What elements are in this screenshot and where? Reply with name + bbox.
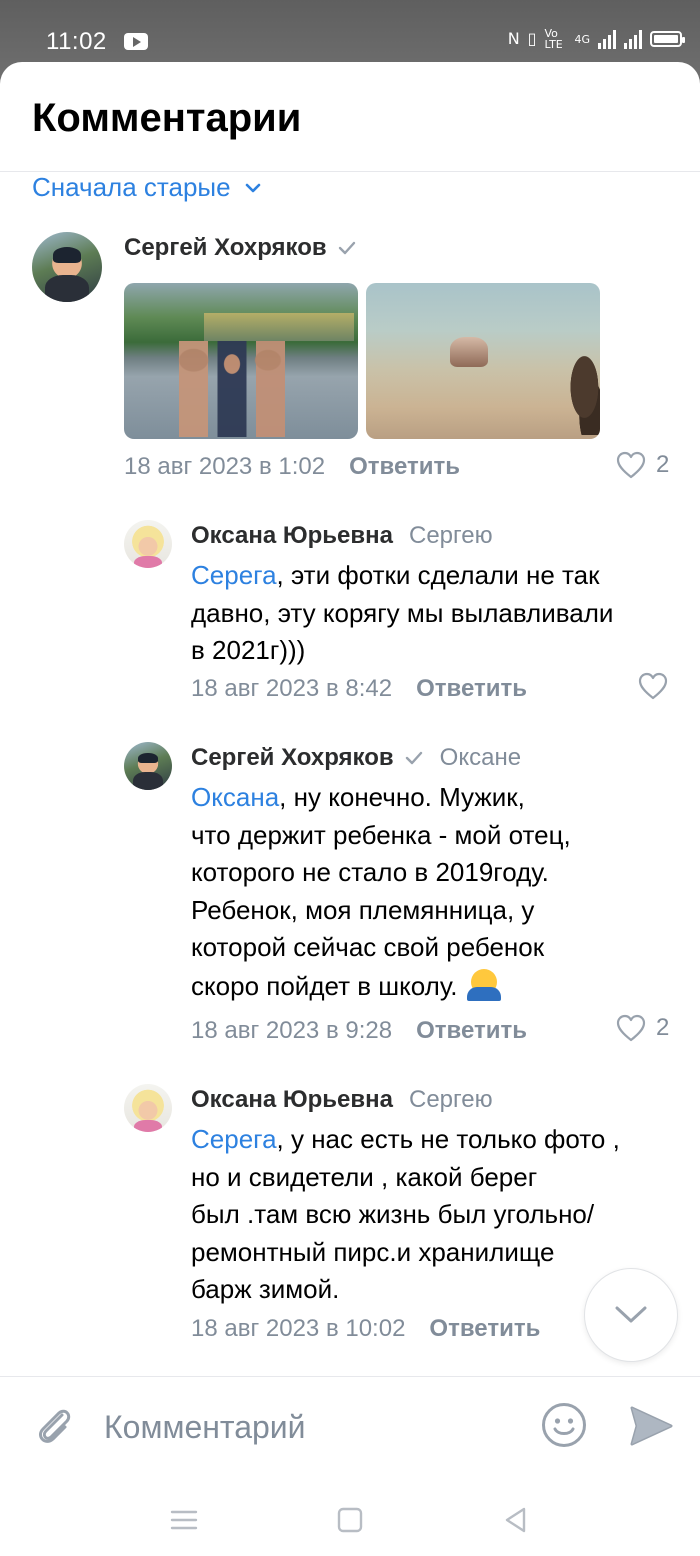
avatar[interactable] xyxy=(32,232,102,302)
comment-text-line: , эти фотки сделали не так xyxy=(276,560,600,590)
comment-text-line: , ну конечно. Мужик, xyxy=(279,782,525,812)
photo-attachments xyxy=(124,283,600,439)
system-nav-bar xyxy=(0,1476,700,1556)
comment-text-line: , у нас есть не только фото , xyxy=(276,1124,620,1154)
chevron-down-icon xyxy=(245,183,260,192)
comment-text: Серега, эти фотки сделали не так давно, … xyxy=(191,557,613,670)
network-type: 4G xyxy=(574,32,590,46)
comment-author-line: Оксана Юрьевна Сергею xyxy=(191,1086,493,1114)
comment-meta: 18 авг 2023 в 9:28 Ответить xyxy=(191,1017,527,1045)
reply-button[interactable]: Ответить xyxy=(416,1017,527,1045)
status-icons: N ▯ Vo LTE 4G xyxy=(507,27,685,51)
reply-button[interactable]: Ответить xyxy=(416,675,527,703)
like-count: 2 xyxy=(656,451,670,478)
signal-2-icon xyxy=(624,29,642,49)
avatar[interactable] xyxy=(124,1084,172,1132)
sort-label: Сначала старые xyxy=(32,172,231,202)
like-button[interactable] xyxy=(638,672,668,700)
photo-attachment[interactable] xyxy=(366,283,600,439)
avatar[interactable] xyxy=(124,520,172,568)
send-icon[interactable] xyxy=(628,1403,674,1449)
verified-icon xyxy=(405,751,422,765)
comment-date: 18 авг 2023 в 10:02 xyxy=(191,1315,406,1342)
heart-icon xyxy=(616,451,646,479)
comment-text: Серега, у нас есть не только фото , но и… xyxy=(191,1121,620,1309)
like-button[interactable]: 2 xyxy=(616,451,669,479)
comment-author-line: Сергей Хохряков Оксане xyxy=(191,744,521,772)
reply-button[interactable]: Ответить xyxy=(429,1315,540,1343)
comment-meta: 18 авг 2023 в 10:02 Ответить xyxy=(191,1315,540,1343)
verified-icon xyxy=(338,241,355,255)
reply-button[interactable]: Ответить xyxy=(349,453,460,481)
comment-meta: 18 авг 2023 в 1:02 Ответить xyxy=(124,453,460,481)
comment-date: 18 авг 2023 в 8:42 xyxy=(191,675,393,702)
comments-sheet: Комментарии Сначала старые Сергей Хохряк… xyxy=(0,62,700,1556)
signal-icon xyxy=(598,29,616,49)
battery-icon xyxy=(650,31,685,47)
attach-icon[interactable] xyxy=(32,1403,78,1449)
scroll-down-button[interactable] xyxy=(584,1268,678,1362)
reply-to-label[interactable]: Оксане xyxy=(440,744,521,772)
comment-text-line: был .там всю жизнь был угольно/ xyxy=(191,1199,595,1229)
author-name[interactable]: Оксана Юрьевна xyxy=(191,522,393,550)
status-bar: 11:02 N ▯ Vo LTE 4G xyxy=(0,0,700,70)
status-time: 11:02 xyxy=(46,28,107,55)
back-icon[interactable] xyxy=(496,1500,536,1540)
reply-to-label[interactable]: Сергею xyxy=(409,1086,493,1114)
comment-input[interactable] xyxy=(104,1397,514,1457)
comment-text-line: ремонтный пирс.и хранилище xyxy=(191,1236,555,1267)
comment-text-line: в 2021г))) xyxy=(191,635,306,665)
home-icon[interactable] xyxy=(330,1500,370,1540)
comment-text-line: но и свидетели , какой берег xyxy=(191,1161,538,1192)
facepalm-emoji-icon xyxy=(465,967,505,1001)
photo-attachment[interactable] xyxy=(124,283,358,439)
vibrate-icon: ▯ xyxy=(527,29,537,48)
reply-to-label[interactable]: Сергею xyxy=(409,522,493,550)
chevron-down-icon xyxy=(615,1306,647,1323)
author-name[interactable]: Сергей Хохряков xyxy=(124,234,327,262)
heart-icon xyxy=(638,672,668,700)
comment-composer xyxy=(0,1376,700,1476)
avatar[interactable] xyxy=(124,742,172,790)
menu-icon[interactable] xyxy=(164,1500,204,1540)
sheet-header: Комментарии xyxy=(0,62,700,172)
volte-icon: Vo LTE xyxy=(544,27,563,51)
comment-text-line: давно, эту корягу мы вылавливали xyxy=(191,597,614,628)
page-title: Комментарии xyxy=(32,96,302,140)
mention-link[interactable]: Серега xyxy=(191,560,277,590)
comment-meta: 18 авг 2023 в 8:42 Ответить xyxy=(191,675,527,703)
author-name[interactable]: Оксана Юрьевна xyxy=(191,1086,393,1114)
heart-icon xyxy=(616,1014,646,1042)
comment-text: Оксана, ну конечно. Мужик, что держит ре… xyxy=(191,779,571,1005)
comment-text-line: что держит ребенка - мой отец, xyxy=(191,819,571,850)
comment-text-line: которой сейчас свой ребенок xyxy=(191,932,545,962)
mention-link[interactable]: Серега xyxy=(191,1124,277,1154)
comment-text-line: Ребенок, моя племянница, у xyxy=(191,894,535,925)
mention-link[interactable]: Оксана xyxy=(191,782,279,812)
comment-text-line: барж зимой. xyxy=(191,1274,340,1304)
like-button[interactable]: 2 xyxy=(616,1014,669,1042)
sort-dropdown[interactable]: Сначала старые xyxy=(32,172,263,203)
comment-author-line: Оксана Юрьевна Сергею xyxy=(191,522,493,550)
comment-date: 18 авг 2023 в 9:28 xyxy=(191,1017,393,1044)
youtube-notification-icon xyxy=(124,33,148,50)
comment-text-line: скоро пойдет в школу. xyxy=(191,970,465,1001)
like-count: 2 xyxy=(656,1014,670,1041)
nfc-icon: N xyxy=(507,29,520,48)
emoji-icon[interactable] xyxy=(540,1401,588,1449)
comment-author-line: Сергей Хохряков xyxy=(124,234,357,262)
comment-date: 18 авг 2023 в 1:02 xyxy=(124,453,326,480)
author-name[interactable]: Сергей Хохряков xyxy=(191,744,394,772)
comment-text-line: которого не стало в 2019году. xyxy=(191,857,549,887)
